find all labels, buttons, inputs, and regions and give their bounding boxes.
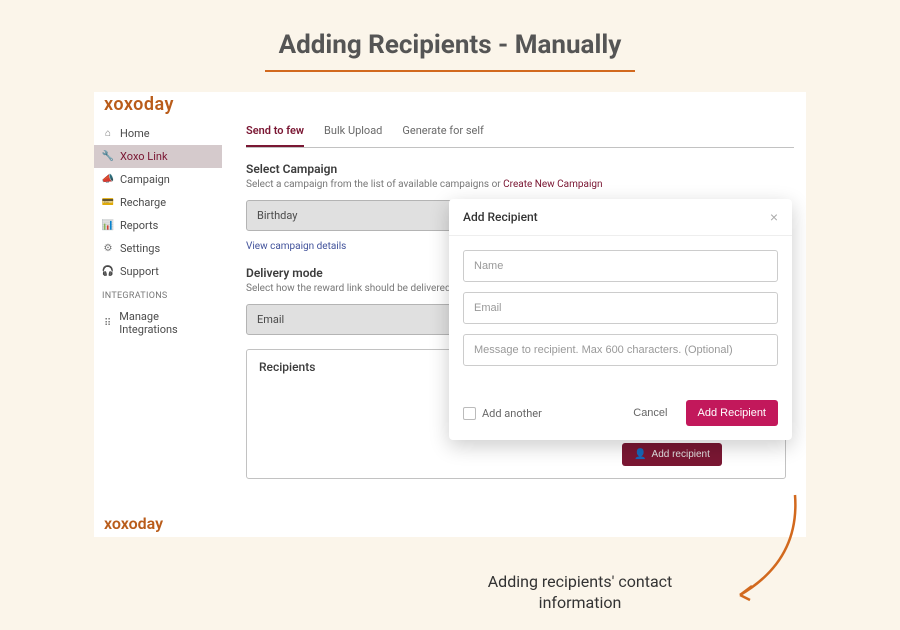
recipient-message-input[interactable]	[463, 334, 778, 366]
close-icon[interactable]: ×	[770, 209, 778, 225]
tabs: Send to few Bulk Upload Generate for sel…	[246, 116, 794, 148]
add-recipient-button[interactable]: 👤 Add recipient	[622, 443, 722, 466]
sidebar: ⌂ Home 🔧 Xoxo Link 📣 Campaign 💳 Recharge…	[94, 122, 222, 341]
recipient-name-input[interactable]	[463, 250, 778, 282]
sidebar-item-settings[interactable]: ⚙ Settings	[94, 237, 222, 260]
link-icon: 🔧	[102, 151, 114, 163]
sidebar-item-label: Home	[120, 127, 150, 140]
card-icon: 💳	[102, 197, 114, 209]
sidebar-item-recharge[interactable]: 💳 Recharge	[94, 191, 222, 214]
tab-generate-self[interactable]: Generate for self	[402, 116, 483, 147]
footer-brand-logo: xoxoday	[104, 514, 163, 533]
integrations-icon: ⠿	[102, 317, 113, 329]
sidebar-item-label: Xoxo Link	[120, 150, 168, 163]
create-campaign-link[interactable]: Create New Campaign	[503, 179, 602, 190]
add-another-label: Add another	[482, 407, 542, 420]
add-recipient-modal: Add Recipient × Add another Cancel Add R…	[449, 199, 792, 440]
sidebar-item-manage-integrations[interactable]: ⠿ Manage Integrations	[94, 305, 222, 341]
add-recipient-submit-button[interactable]: Add Recipient	[686, 400, 779, 426]
sidebar-item-label: Recharge	[120, 196, 166, 209]
chart-icon: 📊	[102, 220, 114, 232]
person-add-icon: 👤	[634, 449, 646, 460]
modal-title: Add Recipient	[463, 210, 538, 224]
sidebar-item-support[interactable]: 🎧 Support	[94, 260, 222, 283]
sidebar-item-home[interactable]: ⌂ Home	[94, 122, 222, 145]
recipient-email-input[interactable]	[463, 292, 778, 324]
sidebar-item-label: Campaign	[120, 173, 170, 186]
sidebar-item-label: Reports	[120, 219, 158, 232]
tab-send-to-few[interactable]: Send to few	[246, 116, 304, 147]
gear-icon: ⚙	[102, 243, 114, 255]
sidebar-item-reports[interactable]: 📊 Reports	[94, 214, 222, 237]
annotation-text: Adding recipients' contact information	[480, 572, 680, 614]
select-campaign-desc: Select a campaign from the list of avail…	[246, 179, 794, 190]
page-title: Adding Recipients - Manually	[0, 30, 900, 70]
sidebar-item-label: Support	[120, 265, 159, 278]
cancel-button[interactable]: Cancel	[625, 401, 675, 425]
sidebar-section-label: INTEGRATIONS	[94, 283, 222, 305]
add-another-row: Add another	[463, 407, 615, 420]
app-screenshot: xoxoday ⌂ Home 🔧 Xoxo Link 📣 Campaign 💳 …	[94, 92, 806, 537]
tab-bulk-upload[interactable]: Bulk Upload	[324, 116, 382, 147]
sidebar-item-xoxo-link[interactable]: 🔧 Xoxo Link	[94, 145, 222, 168]
sidebar-item-label: Settings	[120, 242, 160, 255]
select-campaign-title: Select Campaign	[246, 162, 794, 176]
sidebar-item-campaign[interactable]: 📣 Campaign	[94, 168, 222, 191]
megaphone-icon: 📣	[102, 174, 114, 186]
add-another-checkbox[interactable]	[463, 407, 476, 420]
home-icon: ⌂	[102, 128, 114, 140]
title-underline	[265, 70, 635, 72]
brand-logo: xoxoday	[104, 94, 174, 115]
headset-icon: 🎧	[102, 266, 114, 278]
sidebar-item-label: Manage Integrations	[119, 310, 214, 336]
